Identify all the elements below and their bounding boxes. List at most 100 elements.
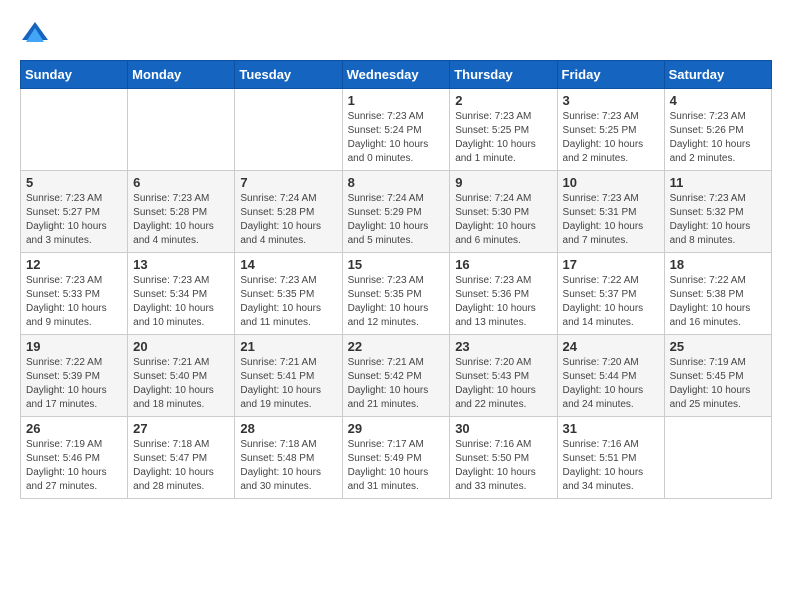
calendar-cell: 16 Sunrise: 7:23 AM Sunset: 5:36 PM Dayli… [450, 253, 557, 335]
day-number: 6 [133, 175, 229, 190]
day-info: Sunrise: 7:18 AM Sunset: 5:48 PM Dayligh… [240, 438, 336, 494]
calendar-cell: 18 Sunrise: 7:22 AM Sunset: 5:38 PM Dayli… [664, 253, 771, 335]
calendar-cell: 20Sunrise: 7:21 AM Sunset: 5:40 PM Dayli… [128, 335, 235, 417]
day-info: Sunrise: 7:23 AM Sunset: 5:35 PM Dayligh… [240, 274, 336, 330]
day-number: 16 [455, 257, 551, 272]
day-info: Sunrise: 7:20 AM Sunset: 5:44 PM Dayligh… [563, 356, 659, 412]
day-info: Sunrise: 7:24 AM Sunset: 5:29 PM Dayligh… [348, 192, 445, 248]
calendar-cell: 25Sunrise: 7:19 AM Sunset: 5:45 PM Dayli… [664, 335, 771, 417]
calendar-cell: 24 Sunrise: 7:20 AM Sunset: 5:44 PM Dayli… [557, 335, 664, 417]
calendar-cell: 5 Sunrise: 7:23 AM Sunset: 5:27 PM Daylig… [21, 171, 128, 253]
day-number: 10 [563, 175, 659, 190]
calendar-cell [664, 417, 771, 499]
day-info: Sunrise: 7:24 AM Sunset: 5:30 PM Dayligh… [455, 192, 551, 248]
calendar-cell: 8 Sunrise: 7:24 AM Sunset: 5:29 PM Daylig… [342, 171, 450, 253]
day-info: Sunrise: 7:19 AM Sunset: 5:45 PM Dayligh… [670, 356, 766, 412]
day-number: 31 [563, 421, 659, 436]
day-info: Sunrise: 7:18 AM Sunset: 5:47 PM Dayligh… [133, 438, 229, 494]
calendar-cell: 9 Sunrise: 7:24 AM Sunset: 5:30 PM Daylig… [450, 171, 557, 253]
calendar-cell: 31 Sunrise: 7:16 AM Sunset: 5:51 PM Dayli… [557, 417, 664, 499]
day-number: 8 [348, 175, 445, 190]
calendar-week-row: 5 Sunrise: 7:23 AM Sunset: 5:27 PM Daylig… [21, 171, 772, 253]
weekday-header-tuesday: Tuesday [235, 61, 342, 89]
weekday-header-friday: Friday [557, 61, 664, 89]
calendar-week-row: 19 Sunrise: 7:22 AM Sunset: 5:39 PM Dayli… [21, 335, 772, 417]
day-info: Sunrise: 7:23 AM Sunset: 5:36 PM Dayligh… [455, 274, 551, 330]
day-number: 21 [240, 339, 336, 354]
day-number: 18 [670, 257, 766, 272]
day-info: Sunrise: 7:20 AM Sunset: 5:43 PM Dayligh… [455, 356, 551, 412]
day-number: 12 [26, 257, 122, 272]
day-info: Sunrise: 7:21 AM Sunset: 5:40 PM Dayligh… [133, 356, 229, 412]
calendar-cell: 30 Sunrise: 7:16 AM Sunset: 5:50 PM Dayli… [450, 417, 557, 499]
calendar-cell [21, 89, 128, 171]
day-info: Sunrise: 7:23 AM Sunset: 5:34 PM Dayligh… [133, 274, 229, 330]
day-number: 11 [670, 175, 766, 190]
calendar-cell: 17 Sunrise: 7:22 AM Sunset: 5:37 PM Dayli… [557, 253, 664, 335]
weekday-header-row: SundayMondayTuesdayWednesdayThursdayFrid… [21, 61, 772, 89]
day-number: 7 [240, 175, 336, 190]
page-header [20, 20, 772, 50]
day-number: 24 [563, 339, 659, 354]
day-info: Sunrise: 7:24 AM Sunset: 5:28 PM Dayligh… [240, 192, 336, 248]
calendar-table: SundayMondayTuesdayWednesdayThursdayFrid… [20, 60, 772, 499]
day-number: 23 [455, 339, 551, 354]
calendar-cell: 1Sunrise: 7:23 AM Sunset: 5:24 PM Daylig… [342, 89, 450, 171]
day-number: 9 [455, 175, 551, 190]
calendar-cell: 3 Sunrise: 7:23 AM Sunset: 5:25 PM Daylig… [557, 89, 664, 171]
calendar-cell: 26 Sunrise: 7:19 AM Sunset: 5:46 PM Dayli… [21, 417, 128, 499]
calendar-cell: 4 Sunrise: 7:23 AM Sunset: 5:26 PM Daylig… [664, 89, 771, 171]
day-info: Sunrise: 7:22 AM Sunset: 5:38 PM Dayligh… [670, 274, 766, 330]
day-number: 30 [455, 421, 551, 436]
day-number: 4 [670, 93, 766, 108]
day-number: 1 [348, 93, 445, 108]
calendar-cell: 22 Sunrise: 7:21 AM Sunset: 5:42 PM Dayli… [342, 335, 450, 417]
day-info: Sunrise: 7:23 AM Sunset: 5:27 PM Dayligh… [26, 192, 122, 248]
calendar-cell: 7 Sunrise: 7:24 AM Sunset: 5:28 PM Daylig… [235, 171, 342, 253]
calendar-week-row: 1Sunrise: 7:23 AM Sunset: 5:24 PM Daylig… [21, 89, 772, 171]
day-number: 19 [26, 339, 122, 354]
calendar-cell: 14 Sunrise: 7:23 AM Sunset: 5:35 PM Dayli… [235, 253, 342, 335]
calendar-cell: 29 Sunrise: 7:17 AM Sunset: 5:49 PM Dayli… [342, 417, 450, 499]
calendar-cell: 21 Sunrise: 7:21 AM Sunset: 5:41 PM Dayli… [235, 335, 342, 417]
day-number: 14 [240, 257, 336, 272]
day-info: Sunrise: 7:23 AM Sunset: 5:35 PM Dayligh… [348, 274, 445, 330]
calendar-cell: 10 Sunrise: 7:23 AM Sunset: 5:31 PM Dayli… [557, 171, 664, 253]
day-info: Sunrise: 7:21 AM Sunset: 5:42 PM Dayligh… [348, 356, 445, 412]
weekday-header-sunday: Sunday [21, 61, 128, 89]
day-number: 27 [133, 421, 229, 436]
weekday-header-monday: Monday [128, 61, 235, 89]
day-number: 29 [348, 421, 445, 436]
day-info: Sunrise: 7:21 AM Sunset: 5:41 PM Dayligh… [240, 356, 336, 412]
calendar-cell: 13 Sunrise: 7:23 AM Sunset: 5:34 PM Dayli… [128, 253, 235, 335]
calendar-cell: 27 Sunrise: 7:18 AM Sunset: 5:47 PM Dayli… [128, 417, 235, 499]
day-info: Sunrise: 7:23 AM Sunset: 5:28 PM Dayligh… [133, 192, 229, 248]
day-info: Sunrise: 7:22 AM Sunset: 5:39 PM Dayligh… [26, 356, 122, 412]
day-number: 15 [348, 257, 445, 272]
day-info: Sunrise: 7:23 AM Sunset: 5:31 PM Dayligh… [563, 192, 659, 248]
day-number: 13 [133, 257, 229, 272]
calendar-cell: 19 Sunrise: 7:22 AM Sunset: 5:39 PM Dayli… [21, 335, 128, 417]
day-number: 26 [26, 421, 122, 436]
day-number: 5 [26, 175, 122, 190]
day-info: Sunrise: 7:23 AM Sunset: 5:26 PM Dayligh… [670, 110, 766, 166]
day-number: 2 [455, 93, 551, 108]
day-info: Sunrise: 7:19 AM Sunset: 5:46 PM Dayligh… [26, 438, 122, 494]
weekday-header-wednesday: Wednesday [342, 61, 450, 89]
weekday-header-thursday: Thursday [450, 61, 557, 89]
day-number: 17 [563, 257, 659, 272]
day-info: Sunrise: 7:23 AM Sunset: 5:25 PM Dayligh… [563, 110, 659, 166]
day-info: Sunrise: 7:16 AM Sunset: 5:50 PM Dayligh… [455, 438, 551, 494]
day-info: Sunrise: 7:17 AM Sunset: 5:49 PM Dayligh… [348, 438, 445, 494]
day-info: Sunrise: 7:22 AM Sunset: 5:37 PM Dayligh… [563, 274, 659, 330]
calendar-cell: 6 Sunrise: 7:23 AM Sunset: 5:28 PM Daylig… [128, 171, 235, 253]
day-number: 22 [348, 339, 445, 354]
calendar-cell: 15 Sunrise: 7:23 AM Sunset: 5:35 PM Dayli… [342, 253, 450, 335]
calendar-cell: 12Sunrise: 7:23 AM Sunset: 5:33 PM Dayli… [21, 253, 128, 335]
calendar-cell [235, 89, 342, 171]
weekday-header-saturday: Saturday [664, 61, 771, 89]
day-number: 3 [563, 93, 659, 108]
day-info: Sunrise: 7:16 AM Sunset: 5:51 PM Dayligh… [563, 438, 659, 494]
calendar-cell: 2Sunrise: 7:23 AM Sunset: 5:25 PM Daylig… [450, 89, 557, 171]
logo [20, 20, 54, 50]
